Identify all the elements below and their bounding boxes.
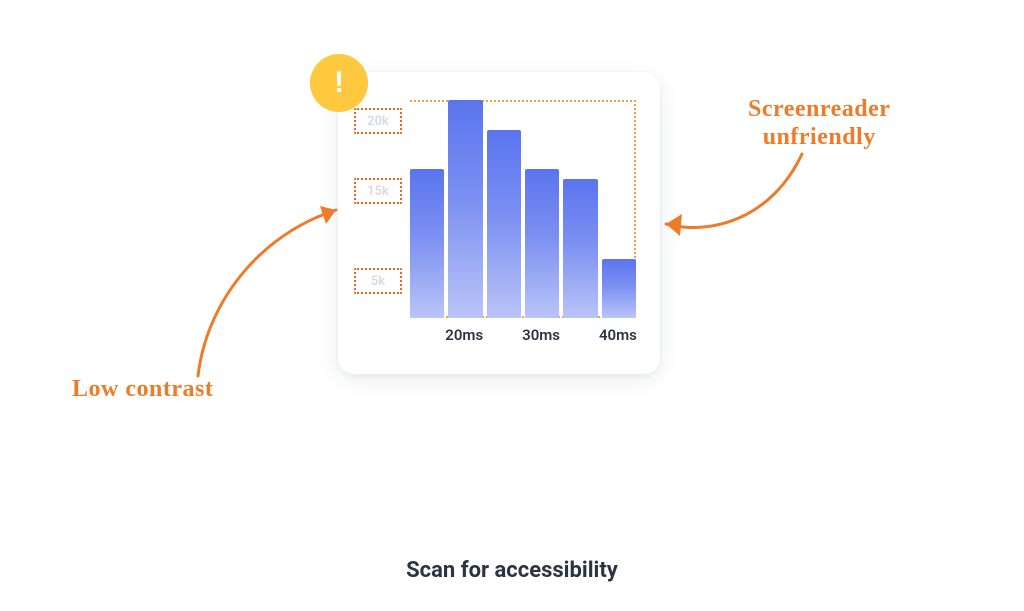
x-axis-labels: 20ms 30ms 40ms bbox=[410, 326, 636, 350]
x-tick-label: 20ms bbox=[445, 326, 483, 344]
chart-bar bbox=[525, 169, 559, 318]
x-tick-label: 40ms bbox=[599, 326, 637, 344]
y-tick-label: 15k bbox=[367, 184, 389, 199]
y-tick-label: 20k bbox=[367, 114, 389, 129]
x-tick-label: 30ms bbox=[522, 326, 560, 344]
chart-bar bbox=[602, 259, 636, 318]
arrow-screenreader bbox=[652, 148, 812, 258]
arrow-low-contrast bbox=[186, 196, 356, 386]
chart-bar bbox=[448, 100, 482, 318]
y-tick-15k-highlight: 15k bbox=[354, 178, 402, 204]
warning-icon: ! bbox=[310, 54, 368, 112]
y-tick-label: 5k bbox=[371, 274, 385, 289]
chart-card: ! 20k 15k 5k 20ms 30ms 40ms bbox=[338, 72, 660, 374]
chart-bars bbox=[410, 100, 636, 318]
chart-plot-area bbox=[410, 100, 636, 318]
chart-bar bbox=[487, 130, 521, 318]
y-tick-20k-highlight: 20k bbox=[354, 108, 402, 134]
chart-bar bbox=[410, 169, 444, 318]
y-tick-5k-highlight: 5k bbox=[354, 268, 402, 294]
figure-caption: Scan for accessibility bbox=[0, 558, 1024, 583]
annotation-screenreader: Screenreader unfriendly bbox=[748, 96, 890, 151]
chart-bar bbox=[563, 179, 597, 318]
